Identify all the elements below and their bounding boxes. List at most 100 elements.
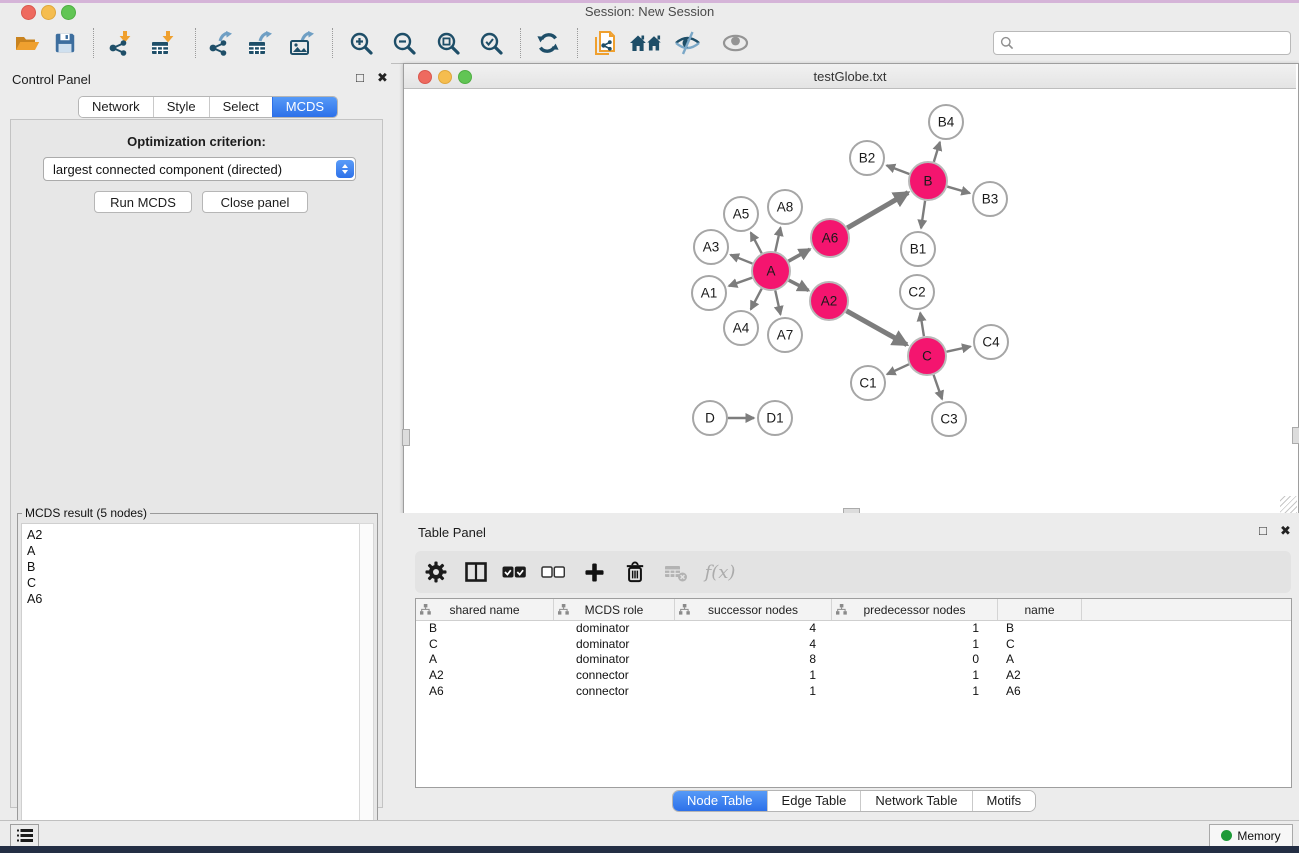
node-A3[interactable]: A3 [694,230,728,264]
edge-B-B3[interactable] [947,187,970,194]
node-A1[interactable]: A1 [692,276,726,310]
table-cell-shared-name[interactable]: A [416,652,553,668]
import-network-button[interactable] [103,27,137,59]
search-input[interactable] [1018,33,1290,53]
search-field[interactable] [993,31,1291,55]
close-panel-button[interactable]: Close panel [202,191,308,213]
node-C3[interactable]: C3 [932,402,966,436]
edge-A-A3[interactable] [730,255,752,264]
table-cell-predecessor-nodes[interactable]: 1 [829,637,994,653]
edge-C-C1[interactable] [887,364,909,374]
mcds-result-item[interactable]: B [27,559,360,575]
node-A5[interactable]: A5 [724,197,758,231]
node-C1[interactable]: C1 [851,366,885,400]
column-header-successor-nodes[interactable]: successor nodes [675,599,832,620]
table-cell-name[interactable]: A2 [994,668,1077,684]
node-A[interactable]: A [752,252,790,290]
table-cell-successor-nodes[interactable]: 8 [673,652,829,668]
tab-select[interactable]: Select [209,97,272,117]
column-header-name[interactable]: name [998,599,1082,620]
float-table-panel-icon[interactable]: □ [1259,523,1267,538]
delete-column-button[interactable] [615,556,655,588]
mcds-result-item[interactable]: A2 [27,527,360,543]
network-canvas[interactable]: B4B2BB3A8A5A6A3B1AA1C2A2A4A7C4CC1C3DD1 [404,89,1296,512]
table-cell-mcds-role[interactable]: connector [553,668,673,684]
close-panel-icon[interactable]: ✖ [377,70,388,86]
column-header-predecessor-nodes[interactable]: predecessor nodes [832,599,998,620]
tab-network-table[interactable]: Network Table [860,791,971,811]
run-mcds-button[interactable]: Run MCDS [94,191,192,213]
table-cell-predecessor-nodes[interactable]: 1 [829,668,994,684]
table-cell-successor-nodes[interactable]: 4 [673,621,829,637]
toggle-graphics-details-button[interactable] [670,27,704,59]
table-cell-mcds-role[interactable]: dominator [553,637,673,653]
show-column-panel-button[interactable] [457,556,495,588]
tab-node-table[interactable]: Node Table [673,791,767,811]
node-A4[interactable]: A4 [724,311,758,345]
edge-C-C2[interactable] [920,313,924,336]
node-C4[interactable]: C4 [974,325,1008,359]
table-cell-name[interactable]: A [994,652,1077,668]
table-cell-predecessor-nodes[interactable]: 1 [829,684,994,700]
table-cell-name[interactable]: B [994,621,1077,637]
table-row[interactable]: A2connector11A2 [416,668,1291,684]
table-cell-mcds-role[interactable]: dominator [553,621,673,637]
column-header-mcds-role[interactable]: MCDS role [554,599,675,620]
splitter-handle-right[interactable] [1292,427,1299,444]
table-cell-successor-nodes[interactable]: 4 [673,637,829,653]
column-header-shared-name[interactable]: shared name [416,599,554,620]
table-cell-successor-nodes[interactable]: 1 [673,684,829,700]
table-cell-successor-nodes[interactable]: 1 [673,668,829,684]
node-B1[interactable]: B1 [901,232,935,266]
node-A2[interactable]: A2 [810,282,848,320]
node-B4[interactable]: B4 [929,105,963,139]
mcds-result-list[interactable]: A2ABCA6 [21,523,361,838]
edge-C-C4[interactable] [947,346,971,351]
task-history-button[interactable] [10,824,39,847]
table-row[interactable]: Adominator80A [416,652,1291,668]
deselect-all-columns-button[interactable] [533,556,573,588]
table-row[interactable]: Cdominator41C [416,637,1291,653]
node-B2[interactable]: B2 [850,141,884,175]
tab-mcds[interactable]: MCDS [272,97,337,117]
node-C2[interactable]: C2 [900,275,934,309]
table-cell-predecessor-nodes[interactable]: 1 [829,621,994,637]
table-cell-mcds-role[interactable]: connector [553,684,673,700]
edge-B-B1[interactable] [921,201,925,228]
table-row[interactable]: Bdominator41B [416,621,1291,637]
table-cell-name[interactable]: A6 [994,684,1077,700]
table-cell-shared-name[interactable]: A6 [416,684,553,700]
close-table-panel-icon[interactable]: ✖ [1280,523,1291,539]
tab-edge-table[interactable]: Edge Table [767,791,861,811]
node-A8[interactable]: A8 [768,190,802,224]
show-graphics-details-button[interactable] [718,27,752,59]
criterion-dropdown[interactable]: largest connected component (directed) [43,157,356,181]
export-image-button[interactable] [285,27,319,59]
mcds-result-item[interactable]: A [27,543,360,559]
edge-C-C3[interactable] [934,375,942,399]
table-cell-shared-name[interactable]: B [416,621,553,637]
table-cell-predecessor-nodes[interactable]: 0 [829,652,994,668]
zoom-selected-button[interactable] [474,27,508,59]
edge-A2-C[interactable] [846,311,907,345]
zoom-out-button[interactable] [387,27,421,59]
node-B3[interactable]: B3 [973,182,1007,216]
edge-A-A7[interactable] [775,291,780,315]
edge-A6-B[interactable] [847,193,908,228]
table-settings-button[interactable] [415,556,457,588]
table-cell-mcds-role[interactable]: dominator [553,652,673,668]
apply-layout-button[interactable] [531,27,565,59]
tab-motifs[interactable]: Motifs [972,791,1036,811]
mcds-result-item[interactable]: C [27,575,360,591]
float-panel-icon[interactable]: □ [356,70,364,85]
splitter-handle-left[interactable] [402,429,410,446]
export-table-button[interactable] [243,27,277,59]
edge-B-B2[interactable] [887,165,910,174]
edge-B-B4[interactable] [934,142,940,162]
table-cell-name[interactable]: C [994,637,1077,653]
home-button[interactable] [626,27,666,59]
save-session-button[interactable] [48,27,82,59]
node-table[interactable]: shared name MCDS role successor nodes pr… [415,598,1292,788]
window-resize-grip[interactable] [1280,496,1297,513]
node-A7[interactable]: A7 [768,318,802,352]
